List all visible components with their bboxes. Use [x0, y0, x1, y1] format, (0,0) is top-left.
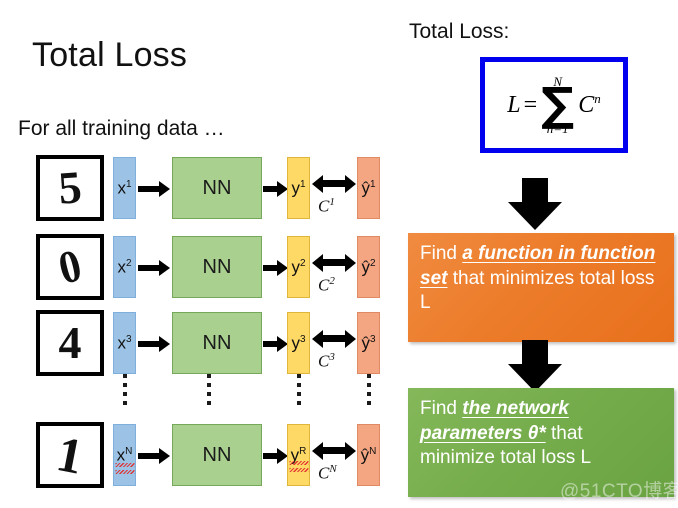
arrow-nn-to-output	[263, 336, 288, 352]
arrow-input-to-nn	[138, 181, 170, 197]
target-vector-label: ŷN	[360, 445, 377, 465]
callout-suffix: that minimizes total loss L	[420, 267, 655, 314]
ellipsis-dots	[295, 374, 303, 405]
target-vector-label: ŷ1	[361, 178, 376, 198]
digit-glyph: 5	[56, 161, 84, 214]
page-title: Total Loss	[32, 36, 188, 74]
summation-lower-limit: n=1	[546, 121, 569, 137]
input-vector-box: xN	[113, 424, 136, 486]
nn-label: NN	[202, 331, 232, 354]
spellcheck-underline-icon	[289, 461, 308, 465]
target-vector-box: ŷN	[357, 424, 380, 486]
ellipsis-dots	[365, 374, 373, 405]
output-vector-box: y1	[287, 157, 310, 219]
formula-term: Cn	[578, 91, 601, 118]
spellcheck-underline-icon	[289, 468, 308, 472]
cost-label: CN	[318, 463, 337, 483]
arrow-nn-to-output	[263, 448, 288, 464]
target-vector-box: ŷ2	[357, 236, 380, 298]
formula-lhs: L	[507, 91, 521, 118]
spellcheck-underline-icon	[115, 463, 134, 467]
cost-label: C1	[318, 196, 335, 216]
input-vector-label: xN	[116, 445, 133, 465]
down-arrow-icon	[508, 178, 562, 230]
summation-operator: N ∑ n=1	[541, 75, 574, 136]
target-vector-label: ŷ3	[361, 333, 376, 353]
neural-network-box: NN	[172, 312, 262, 374]
input-vector-box: x1	[113, 157, 136, 219]
ellipsis-dots	[205, 374, 213, 405]
formula-content: L = N ∑ n=1 Cn	[485, 62, 623, 148]
arrow-nn-to-output	[263, 181, 288, 197]
cost-comparison-arrow	[312, 330, 356, 348]
input-vector-label: x1	[117, 178, 132, 198]
digit-glyph: 4	[58, 317, 82, 368]
nn-label: NN	[202, 443, 232, 466]
output-vector-label: y1	[291, 178, 306, 198]
target-vector-box: ŷ3	[357, 312, 380, 374]
nn-label: NN	[202, 255, 232, 278]
neural-network-box: NN	[172, 424, 262, 486]
nn-label: NN	[202, 176, 232, 199]
input-vector-label: x2	[117, 257, 132, 277]
arrow-input-to-nn	[138, 448, 170, 464]
digit-glyph: 1	[52, 425, 88, 485]
ellipsis-dots	[121, 374, 129, 405]
digit-glyph: 0	[53, 239, 87, 294]
cost-label: C2	[318, 275, 335, 295]
sigma-icon: ∑	[541, 76, 575, 131]
arrow-input-to-nn	[138, 260, 170, 276]
watermark-text: @51CTO博客	[560, 481, 678, 502]
down-arrow-icon	[508, 340, 562, 392]
arrow-nn-to-output	[263, 260, 288, 276]
function-objective-callout: Find a function in function set that min…	[408, 233, 674, 342]
arrow-input-to-nn	[138, 336, 170, 352]
input-vector-box: x2	[113, 236, 136, 298]
neural-network-box: NN	[172, 236, 262, 298]
output-vector-label: y3	[291, 333, 306, 353]
output-vector-box: yR	[287, 424, 310, 486]
cost-comparison-arrow	[312, 175, 356, 193]
digit-image-frame: 5	[36, 155, 104, 221]
formula-equals: =	[523, 91, 538, 118]
digit-image-frame: 1	[36, 422, 104, 488]
output-vector-label: y2	[291, 257, 306, 277]
cost-comparison-arrow	[312, 254, 356, 272]
cost-comparison-arrow	[312, 442, 356, 460]
callout-prefix: Find	[420, 243, 463, 264]
target-vector-box: ŷ1	[357, 157, 380, 219]
output-vector-box: y3	[287, 312, 310, 374]
input-vector-box: x3	[113, 312, 136, 374]
spellcheck-underline-icon	[115, 470, 134, 474]
digit-image-frame: 0	[36, 234, 104, 300]
total-loss-heading: Total Loss:	[409, 20, 510, 43]
input-vector-label: x3	[117, 333, 132, 353]
total-loss-formula-box: L = N ∑ n=1 Cn	[480, 57, 628, 153]
digit-image-frame: 4	[36, 310, 104, 376]
cost-label: C3	[318, 351, 335, 371]
target-vector-label: ŷ2	[361, 257, 376, 277]
subtitle-text: For all training data …	[18, 117, 225, 140]
output-vector-box: y2	[287, 236, 310, 298]
callout-prefix: Find	[420, 398, 463, 419]
neural-network-box: NN	[172, 157, 262, 219]
